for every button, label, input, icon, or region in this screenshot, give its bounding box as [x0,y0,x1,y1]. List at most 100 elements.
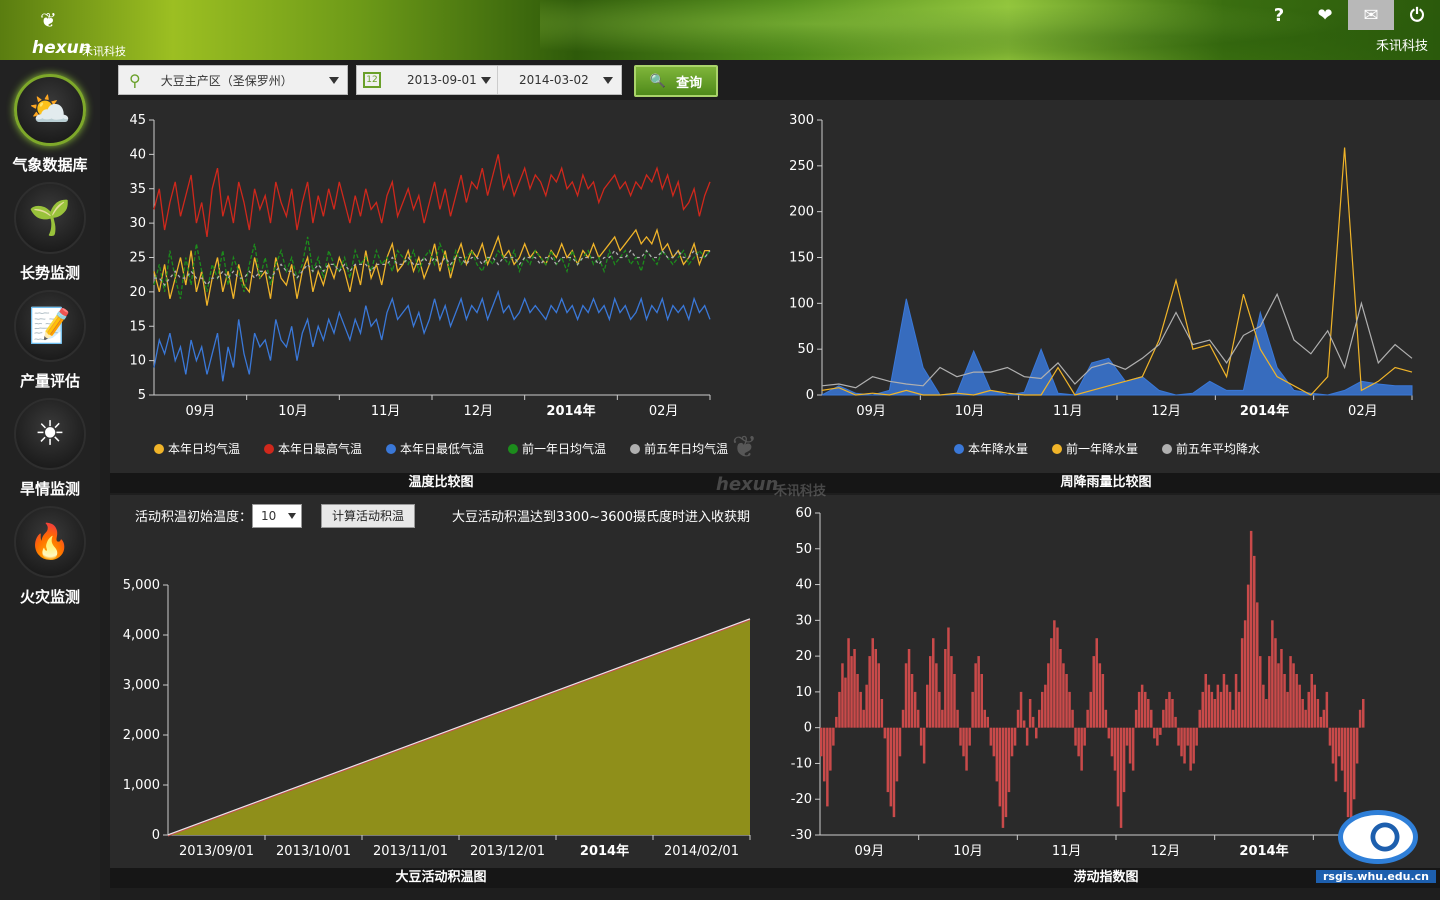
flood-index-bar [1304,709,1307,728]
flood-index-bar [1077,727,1080,757]
legend-label: 前五年平均降水 [1176,442,1261,456]
legend-item[interactable]: 本年日最低气温 [386,440,484,457]
y-tick-label: 200 [789,205,814,220]
legend-dot [954,444,964,454]
legend-item[interactable]: 本年日均气温 [154,440,240,457]
end-date-select[interactable]: 2014-03-02 [519,73,589,87]
flood-index-bar [829,727,832,771]
flood-index-bar [947,627,950,728]
flood-index-bar [953,674,956,728]
flood-index-bar [1334,727,1338,782]
mail-icon[interactable]: ✉ [1348,0,1394,30]
flood-index-bar [1183,727,1186,764]
flood-index-bar [1101,674,1105,728]
logo-chinese-name: 禾讯科技 [82,45,126,58]
legend-item[interactable]: 前一年降水量 [1052,440,1138,457]
flood-index-bar [895,727,899,782]
y-tick-label: 0 [804,721,812,736]
flood-index-bar [1201,691,1204,728]
y-tick-label: 20 [795,649,812,664]
region-value: 大豆主产区（圣保罗州） [160,73,293,88]
sidebar-item-yield-assessment[interactable]: 📝 产量评估 [0,286,100,394]
flood-index-bar [883,727,887,739]
legend-dot [386,444,397,454]
chevron-down-icon[interactable] [603,77,613,84]
flood-index-bar [1104,709,1108,728]
flood-index-bar [835,716,838,728]
sidebar-item-weather-database[interactable]: ⛅ 气象数据库 [0,70,100,178]
legend-item[interactable]: 前一年日均气温 [508,440,606,457]
legend-item[interactable]: 本年降水量 [954,440,1028,457]
x-tick-label: 10月 [278,404,308,419]
legend-dot [154,444,164,454]
flood-index-bar [1038,709,1041,728]
flood-index-bar [1274,638,1277,728]
help-icon[interactable]: ? [1256,0,1302,30]
y-tick-label: 2,000 [123,728,160,743]
flood-index-bar [1010,727,1014,757]
flood-index-bar [1358,709,1362,728]
sidebar-item-label: 气象数据库 [12,156,88,174]
flood-index-bar [986,716,989,728]
x-tick-label: 2013/10/01 [276,844,351,859]
y-tick-label: 45 [129,113,146,128]
x-tick-label: 09月 [855,844,885,859]
flood-index-bar [1271,620,1274,728]
legend-label: 前一年降水量 [1066,442,1139,456]
flood-index-bar [1362,699,1365,728]
series-line [153,236,711,299]
region-select[interactable]: ⚲ 大豆主产区（圣保罗州） [118,65,348,95]
flood-index-bar [847,638,850,728]
legend-dot [630,444,641,454]
y-tick-label: 4,000 [123,628,160,643]
flood-index-bar [1328,727,1332,746]
sprout-icon: 🌱 [14,182,86,254]
flood-index-bar [1346,727,1350,818]
flood-index-bar [1237,691,1241,728]
temperature-comparison-panel: 45 40 35 30 25 20 15 10 5 09月 10月 11月 12月 2014年 02月 本年… [110,100,772,493]
flood-index-bar [1204,674,1207,728]
rsgis-globe-icon [1338,810,1418,864]
flood-index-bar [880,699,884,728]
flood-index-bar [1292,663,1295,728]
flood-index-bar [826,727,829,807]
legend-item[interactable]: 前五年平均降水 [1162,440,1260,457]
x-tick-label: 2013/12/01 [470,844,545,859]
flood-index-bar [1174,716,1177,728]
y-tick-label: 15 [129,319,146,334]
flood-index-bar [1298,684,1301,728]
series-line [153,289,711,382]
sidebar-item-label: 长势监测 [19,264,80,282]
flood-index-bar [1144,691,1147,728]
watermark-text: hexun [716,474,779,495]
legend-item[interactable]: 本年日最高气温 [264,440,362,457]
heart-plus-icon[interactable]: ❤ [1302,0,1348,30]
power-icon[interactable]: ⏻ [1394,0,1440,30]
flood-index-bar [944,649,947,728]
sidebar-item-label: 旱情监测 [19,480,80,498]
flood-index-bar [1225,684,1229,728]
calendar-icon[interactable]: 12 [363,72,381,88]
query-button-label: 查询 [676,75,703,91]
query-button[interactable]: 🔍 查询 [634,65,718,97]
flood-index-bar [898,727,902,757]
sidebar-item-label: 火灾监测 [19,588,80,606]
legend-dot [508,444,519,454]
sidebar-item-drought-monitoring[interactable]: ☀ 旱情监测 [0,394,100,502]
hexun-logo[interactable]: ❦ hexun 禾讯科技 [32,8,142,58]
chevron-down-icon[interactable] [481,77,491,84]
y-tick-label: 35 [129,182,146,197]
y-tick-label: -10 [791,756,812,771]
x-tick-label: 09月 [186,404,216,419]
flood-index-bar [1283,674,1286,728]
flood-index-bar [1234,674,1238,728]
flood-index-bar [1092,656,1095,728]
sidebar-item-fire-monitoring[interactable]: 🔥 火灾监测 [0,502,100,610]
sidebar-item-growth-monitoring[interactable]: 🌱 长势监测 [0,178,100,286]
start-date-select[interactable]: 2013-09-01 [407,73,477,87]
flood-index-bar [1331,727,1335,764]
search-icon: 🔍 [649,73,667,89]
rsgis-logo[interactable]: rsgis.whu.edu.cn [1316,810,1436,890]
flood-index-bar [977,656,980,728]
flood-index-bar [1074,727,1077,746]
